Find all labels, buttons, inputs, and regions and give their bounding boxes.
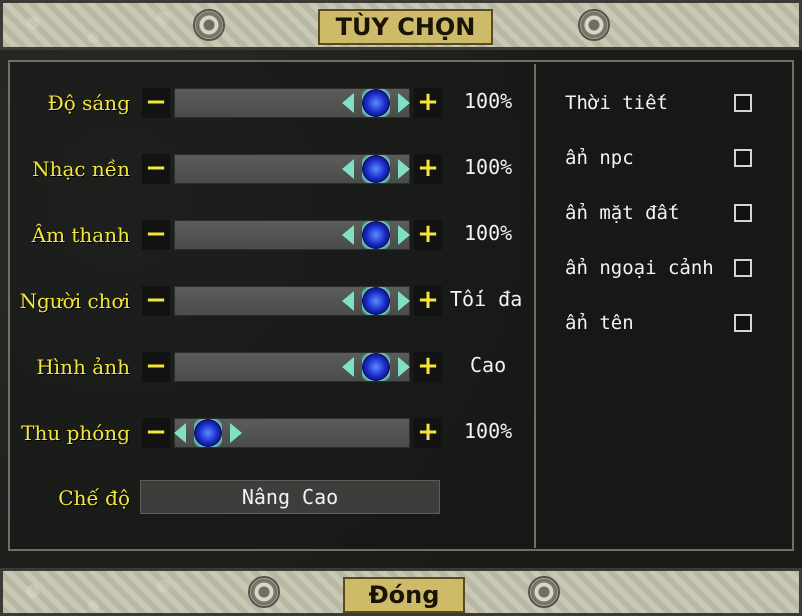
orb-icon xyxy=(362,353,390,381)
slider-label: Người chơi xyxy=(19,289,131,313)
increase-button[interactable]: + xyxy=(414,286,442,316)
close-button[interactable]: Đóng xyxy=(343,577,465,613)
slider-value: Tối đa xyxy=(450,287,523,311)
ornament-seal-icon xyxy=(193,9,225,41)
slider-value: Cao xyxy=(470,353,507,377)
increase-button[interactable]: + xyxy=(414,418,442,448)
slider-thumb[interactable] xyxy=(342,287,410,315)
slider-label: Nhạc nền xyxy=(32,157,130,181)
slider-thumb[interactable] xyxy=(342,89,410,117)
slider-thumb[interactable] xyxy=(342,155,410,183)
arrow-left-icon xyxy=(342,291,354,311)
increase-button[interactable]: + xyxy=(414,88,442,118)
slider-value: 100% xyxy=(464,221,513,245)
mode-label: Chế độ xyxy=(58,486,130,510)
decrease-button[interactable]: − xyxy=(142,286,170,316)
decrease-button[interactable]: − xyxy=(142,220,170,250)
arrow-left-icon xyxy=(342,225,354,245)
mode-select[interactable]: Nâng Cao xyxy=(140,480,440,514)
toggle-checkbox[interactable] xyxy=(734,204,752,222)
orb-icon xyxy=(194,419,222,447)
arrow-right-icon xyxy=(398,159,410,179)
slider-value: 100% xyxy=(464,155,513,179)
decrease-button[interactable]: − xyxy=(142,88,170,118)
panel-divider xyxy=(534,64,536,548)
arrow-left-icon xyxy=(342,357,354,377)
orb-icon xyxy=(362,287,390,315)
footer-banner: Đóng xyxy=(0,568,802,616)
increase-button[interactable]: + xyxy=(414,220,442,250)
slider-value: 100% xyxy=(464,89,513,113)
slider-thumb[interactable] xyxy=(174,419,242,447)
arrow-right-icon xyxy=(398,291,410,311)
toggle-label: Thời tiết xyxy=(565,92,668,114)
arrow-right-icon xyxy=(398,225,410,245)
arrow-right-icon xyxy=(398,357,410,377)
arrow-left-icon xyxy=(342,93,354,113)
orb-icon xyxy=(362,221,390,249)
slider-label: Độ sáng xyxy=(47,91,130,115)
slider-thumb[interactable] xyxy=(342,221,410,249)
slider-thumb[interactable] xyxy=(342,353,410,381)
toggle-checkbox[interactable] xyxy=(734,314,752,332)
slider-value: 100% xyxy=(464,419,513,443)
decrease-button[interactable]: − xyxy=(142,154,170,184)
arrow-left-icon xyxy=(342,159,354,179)
decrease-button[interactable]: − xyxy=(142,418,170,448)
toggle-label: ẩn ngoại cảnh xyxy=(565,257,714,279)
toggle-label: ẩn mặt đất xyxy=(565,202,680,224)
increase-button[interactable]: + xyxy=(414,352,442,382)
toggle-checkbox[interactable] xyxy=(734,259,752,277)
ornament-seal-icon xyxy=(578,9,610,41)
arrow-left-icon xyxy=(174,423,186,443)
orb-icon xyxy=(362,155,390,183)
toggle-checkbox[interactable] xyxy=(734,149,752,167)
title-banner: TÙY CHỌN xyxy=(0,0,802,50)
increase-button[interactable]: + xyxy=(414,154,442,184)
ornament-seal-icon xyxy=(248,576,280,608)
slider-label: Hình ảnh xyxy=(36,355,130,379)
window-title: TÙY CHỌN xyxy=(318,9,493,45)
slider-label: Âm thanh xyxy=(31,223,130,247)
arrow-right-icon xyxy=(398,93,410,113)
slider-label: Thu phóng xyxy=(21,421,130,445)
toggle-checkbox[interactable] xyxy=(734,94,752,112)
toggle-label: ẩn tên xyxy=(565,312,634,334)
decrease-button[interactable]: − xyxy=(142,352,170,382)
orb-icon xyxy=(362,89,390,117)
arrow-right-icon xyxy=(230,423,242,443)
ornament-seal-icon xyxy=(528,576,560,608)
toggle-label: ẩn npc xyxy=(565,147,634,169)
options-window: TÙY CHỌN Độ sáng − + 100% Nhạc nền − + 1… xyxy=(0,0,802,616)
